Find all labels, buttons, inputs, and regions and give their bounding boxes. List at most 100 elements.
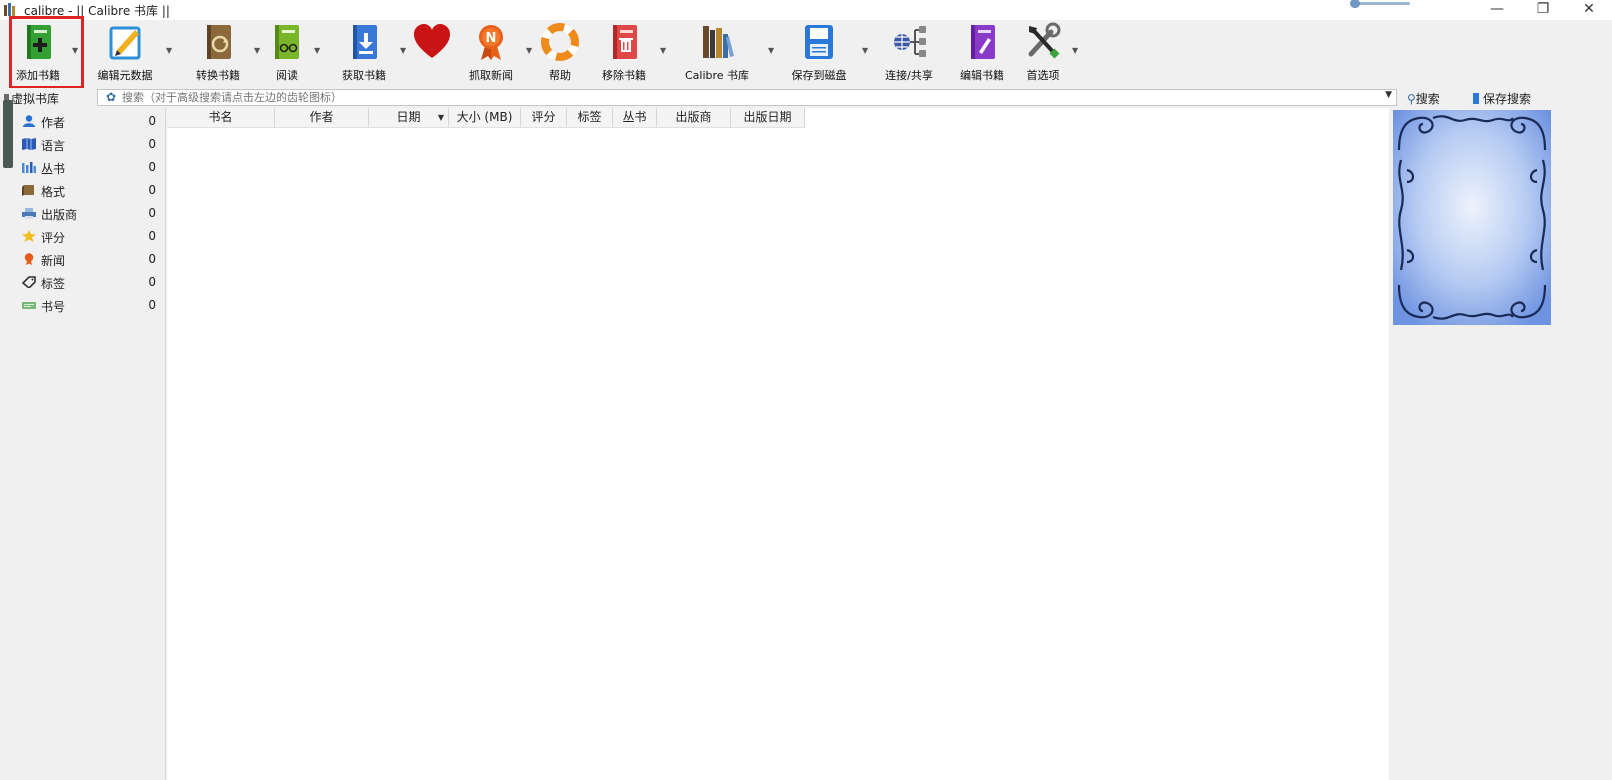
tag-label: 新闻	[41, 254, 66, 268]
get-books-dropdown-icon[interactable]: ▼	[400, 46, 406, 55]
search-button-label: 搜索	[1415, 92, 1440, 106]
save-disk-icon	[805, 25, 833, 59]
read-book-icon	[275, 25, 299, 59]
language-icon	[22, 138, 36, 150]
preferences-button[interactable]: 首选项	[1020, 22, 1066, 83]
calibre-library-dropdown-icon[interactable]: ▼	[768, 46, 774, 55]
edit-metadata-button[interactable]: 编辑元数据	[92, 22, 158, 83]
save-to-disk-dropdown-icon[interactable]: ▼	[862, 46, 868, 55]
calibre-library-button[interactable]: Calibre 书库	[676, 22, 758, 83]
tag-label: 出版商	[41, 208, 78, 222]
preferences-dropdown-icon[interactable]: ▼	[1072, 46, 1078, 55]
column-title[interactable]: 书名	[167, 108, 275, 127]
tag-count: 0	[148, 160, 156, 174]
edit-book-icon	[971, 25, 995, 59]
book-list-header: 书名 作者 日期 ▼ 大小 (MB) 评分 标签 丛书 出版商 出版日期	[167, 108, 805, 128]
tag-count: 0	[148, 275, 156, 289]
help-lifebuoy-icon	[541, 23, 579, 61]
donate-button[interactable]	[410, 22, 454, 67]
get-books-label: 获取书籍	[342, 69, 386, 82]
read-dropdown-icon[interactable]: ▼	[314, 46, 320, 55]
convert-books-label: 转换书籍	[196, 69, 240, 82]
cover-image[interactable]	[1393, 110, 1551, 325]
convert-books-dropdown-icon[interactable]: ▼	[254, 46, 260, 55]
tag-browser-item-format[interactable]: 格式 0	[22, 180, 162, 200]
edit-book-button[interactable]: 编辑书籍	[954, 22, 1010, 83]
column-rating[interactable]: 评分	[521, 108, 567, 127]
sort-arrow-icon: ▼	[437, 113, 444, 122]
preferences-label: 首选项	[1026, 69, 1060, 82]
minimize-button[interactable]: —	[1474, 0, 1520, 20]
convert-books-button[interactable]: 转换书籍	[190, 22, 246, 83]
tag-label: 作者	[41, 116, 66, 130]
tag-count: 0	[148, 183, 156, 197]
tag-label: 语言	[41, 139, 66, 153]
publisher-icon	[22, 208, 36, 219]
highlight-box	[9, 16, 84, 89]
save-to-disk-button[interactable]: 保存到磁盘	[786, 22, 852, 83]
close-button[interactable]: ✕	[1566, 0, 1612, 20]
column-size[interactable]: 大小 (MB)	[449, 108, 521, 127]
column-publisher[interactable]: 出版商	[657, 108, 731, 127]
fetch-news-dropdown-icon[interactable]: ▼	[526, 46, 532, 55]
save-search-button[interactable]: 保存搜索	[1473, 90, 1531, 107]
tag-browser-item-language[interactable]: 语言 0	[22, 134, 162, 154]
read-button[interactable]: 阅读	[266, 22, 308, 83]
remove-book-icon	[613, 25, 637, 59]
column-date[interactable]: 日期 ▼	[369, 108, 449, 127]
panel-splitter-handle[interactable]	[3, 100, 13, 168]
column-tags[interactable]: 标签	[567, 108, 613, 127]
tag-browser-item-author[interactable]: 作者 0	[22, 111, 162, 131]
tag-count: 0	[148, 137, 156, 151]
column-author[interactable]: 作者	[275, 108, 369, 127]
fetch-news-button[interactable]: N 抓取新闻	[462, 22, 520, 83]
save-to-disk-label: 保存到磁盘	[791, 69, 847, 82]
identifier-icon	[22, 302, 36, 309]
tag-count: 0	[148, 206, 156, 220]
tag-browser-item-tags[interactable]: 标签 0	[22, 272, 162, 292]
remove-books-button[interactable]: 移除书籍	[596, 22, 652, 83]
calibre-library-label: Calibre 书库	[684, 69, 750, 82]
search-history-dropdown-icon[interactable]: ▼	[1385, 90, 1392, 100]
search-bar-row: 虚拟书库 ✿ ▼ ⚲搜索 保存搜索	[0, 88, 1612, 108]
tag-browser: 作者 0 语言 0 丛书 0 格式 0 出版商 0 评分 0 新闻 0 标签 0…	[0, 108, 166, 780]
book-list: 书名 作者 日期 ▼ 大小 (MB) 评分 标签 丛书 出版商 出版日期	[167, 108, 1389, 780]
help-button[interactable]: 帮助	[538, 22, 582, 83]
tag-count: 0	[148, 298, 156, 312]
tag-browser-item-rating[interactable]: 评分 0	[22, 226, 162, 246]
connect-share-icon	[894, 26, 926, 57]
tag-icon	[22, 276, 36, 288]
search-box[interactable]: ✿ ▼	[97, 89, 1397, 106]
edit-metadata-icon	[109, 26, 141, 60]
edit-metadata-dropdown-icon[interactable]: ▼	[166, 46, 172, 55]
save-search-label: 保存搜索	[1483, 92, 1532, 106]
convert-book-icon	[207, 25, 231, 59]
column-pubdate[interactable]: 出版日期	[731, 108, 805, 127]
zoom-slider[interactable]	[1350, 0, 1412, 8]
main-toolbar: 添加书籍 ▼ 编辑元数据 ▼ 转换书籍 ▼ 阅读 ▼ 获取书籍 ▼ N 抓取新闻…	[0, 20, 1612, 88]
cover-panel	[1389, 108, 1612, 780]
connect-share-button[interactable]: 连接/共享	[878, 22, 940, 83]
maximize-button[interactable]: ❐	[1520, 0, 1566, 20]
gear-icon[interactable]: ✿	[106, 90, 116, 104]
tag-count: 0	[148, 114, 156, 128]
tag-label: 书号	[41, 300, 66, 314]
tag-browser-item-news[interactable]: 新闻 0	[22, 249, 162, 269]
tag-browser-item-publisher[interactable]: 出版商 0	[22, 203, 162, 223]
virtual-library-label: 虚拟书库	[11, 92, 60, 106]
remove-books-label: 移除书籍	[602, 69, 646, 82]
remove-books-dropdown-icon[interactable]: ▼	[660, 46, 666, 55]
search-button[interactable]: ⚲搜索	[1407, 90, 1440, 107]
bookmark-icon	[1473, 93, 1479, 104]
svg-text:N: N	[486, 31, 497, 46]
column-series[interactable]: 丛书	[613, 108, 657, 127]
get-books-button[interactable]: 获取书籍	[336, 22, 392, 83]
search-input[interactable]	[122, 90, 1362, 105]
tag-count: 0	[148, 252, 156, 266]
tag-browser-item-series[interactable]: 丛书 0	[22, 157, 162, 177]
fetch-news-icon: N	[479, 25, 503, 60]
get-books-icon	[353, 25, 377, 59]
tag-browser-item-identifiers[interactable]: 书号 0	[22, 295, 162, 315]
tag-label: 评分	[41, 231, 66, 245]
tag-label: 标签	[41, 277, 66, 291]
